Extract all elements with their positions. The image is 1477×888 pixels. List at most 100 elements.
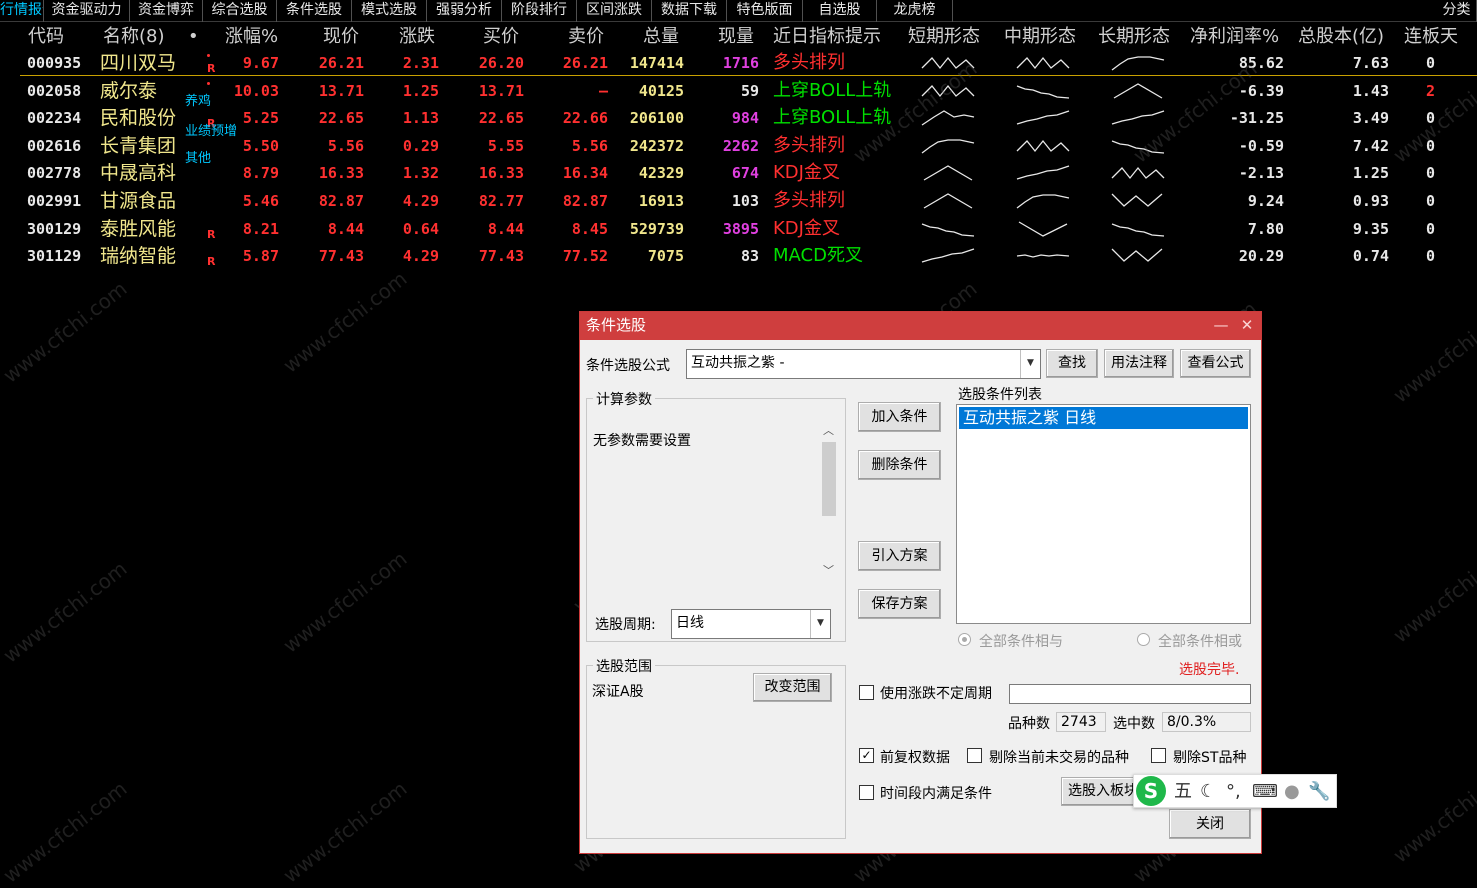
period-select[interactable]: 日线 ▼ [671,609,831,639]
bid: 8.44 [487,220,524,238]
column-header-shares[interactable]: 总股本(亿) [1298,24,1384,50]
moon-icon[interactable]: ☾ [1200,780,1216,804]
volume: 42329 [638,164,684,182]
usage-notes-button[interactable]: 用法注释 [1104,349,1174,378]
close-button[interactable]: 关闭 [1169,809,1251,839]
view-formula-button[interactable]: 查看公式 [1180,349,1251,378]
column-header-short[interactable]: 短期形态 [908,24,980,50]
table-row[interactable]: 002616 长青集团 业绩预增 5.50 5.56 0.29 5.55 5.56 242372… [0,125,1477,159]
table-row[interactable]: 300129 泰胜风能 R 8.21 8.44 0.64 8.44 8.45 529739 389… [0,216,1477,242]
ime-logo-icon[interactable]: S [1136,776,1166,806]
column-header-margin[interactable]: 净利润率% [1190,24,1279,50]
indicator-signal: 多头排列 [773,190,845,211]
keyboard-icon[interactable]: ⌨ [1252,780,1278,804]
range-group: 选股范围 深证A股 改变范围 [586,656,846,839]
menu-item[interactable]: 综合选股 [203,0,277,22]
column-header-change[interactable]: 涨跌 [399,24,435,50]
condition-list-item[interactable]: 互动共振之紫 日线 [959,407,1248,429]
table-row[interactable]: 301129 瑞纳智能 R 5.87 77.43 4.29 77.43 77.52 7075 83… [0,243,1477,269]
user-icon[interactable]: ● [1284,780,1300,804]
limit-days: 0 [1426,220,1436,238]
condition-list-title: 选股条件列表 [958,387,1042,403]
params-text: 无参数需要设置 [593,433,691,449]
menu-item[interactable]: 阶段排行 [502,0,577,22]
remove-untraded-checkbox[interactable] [967,748,982,763]
range-period-input[interactable] [1009,684,1251,704]
scroll-thumb[interactable] [822,442,836,516]
punctuation-icon[interactable]: °, [1226,780,1241,804]
change: 4.29 [402,247,439,265]
indicator-signal: 多头排列 [773,135,845,156]
price: 16.33 [318,164,364,182]
all-and-radio[interactable] [958,633,971,646]
table-row[interactable]: 002058 威尔泰 10.03 13.71 1.25 13.71 — 40125 59 上穿BO… [0,78,1477,104]
all-or-radio[interactable] [1137,633,1150,646]
menu-item[interactable]: 条件选股 [277,0,352,22]
menu-item[interactable]: 资金博弈 [130,0,203,22]
last-volume: 1716 [722,54,759,72]
stock-code: 002616 [27,137,82,155]
column-header-limit-days[interactable]: 连板天 [1404,24,1458,50]
column-header-code[interactable]: 代码 [28,24,64,50]
wrench-icon[interactable]: 🔧 [1308,780,1330,804]
menu-item[interactable]: 行情报价 [0,0,44,22]
column-header-change-pct[interactable]: 涨幅% [225,24,278,50]
short-term-pattern [920,190,976,212]
menu-item[interactable]: 模式选股 [352,0,427,22]
condition-list[interactable]: 互动共振之紫 日线 [956,404,1251,624]
ime-mode[interactable]: 五 [1174,780,1192,804]
range-value: 深证A股 [592,684,644,700]
limit-days: 0 [1426,247,1436,265]
stock-name: 中晟高科 [100,162,177,184]
column-header-last-vol[interactable]: 现量 [718,24,754,50]
menu-item[interactable]: 分类 [1437,0,1477,22]
menu-item[interactable]: 数据下载 [652,0,727,22]
delete-condition-button[interactable]: 删除条件 [858,450,941,480]
change-range-button[interactable]: 改变范围 [753,673,832,702]
status-text: 选股完毕. [1179,662,1240,678]
mid-term-pattern [1015,190,1071,212]
formula-select[interactable]: 互动共振之紫 - ▼ [686,349,1041,379]
net-margin: 9.24 [1247,192,1284,210]
menu-item[interactable]: 特色版面 [727,0,803,22]
params-scrollbar[interactable]: ︿ ﹀ [820,422,838,580]
scroll-up-icon[interactable]: ︿ [823,422,834,438]
menu-item[interactable]: 强弱分析 [427,0,502,22]
remove-st-checkbox[interactable] [1151,748,1166,763]
close-icon[interactable]: ✕ [1238,315,1256,335]
ask: 16.34 [562,164,608,182]
save-plan-button[interactable]: 保存方案 [858,589,941,619]
minimize-icon[interactable]: — [1212,315,1230,335]
use-range-checkbox[interactable] [859,685,874,700]
table-row[interactable]: 002991 甘源食品 5.46 82.87 4.29 82.77 82.87 16913 10… [0,188,1477,214]
column-header-volume[interactable]: 总量 [643,24,679,50]
column-header-dot[interactable]: • [188,24,199,50]
period-cond-checkbox[interactable] [859,785,874,800]
find-button[interactable]: 查找 [1046,349,1098,378]
chevron-down-icon[interactable]: ▼ [810,610,830,638]
table-row[interactable]: 002778 中晟高科 其他 8.79 16.33 1.32 16.33 16.34 42329… [0,152,1477,186]
column-header-ask[interactable]: 卖价 [568,24,604,50]
menu-item[interactable]: 区间涨跌 [577,0,652,22]
column-header-bid[interactable]: 买价 [483,24,519,50]
fq-checkbox[interactable]: ✓ [859,748,874,763]
column-header-mid[interactable]: 中期形态 [1004,24,1076,50]
formula-label: 条件选股公式 [586,358,670,374]
last-volume: 103 [731,192,759,210]
mid-term-pattern [1015,245,1071,267]
column-header-long[interactable]: 长期形态 [1098,24,1170,50]
chevron-down-icon[interactable]: ▼ [1020,350,1040,378]
last-volume: 2262 [722,137,759,155]
menu-item[interactable]: 自选股 [803,0,877,22]
import-plan-button[interactable]: 引入方案 [858,541,941,571]
selected-value: 8/0.3% [1162,712,1251,732]
scroll-down-icon[interactable]: ﹀ [823,562,834,578]
stock-name: 四川双马 [100,52,177,74]
stock-code: 002991 [27,192,82,210]
add-condition-button[interactable]: 加入条件 [858,402,941,432]
menu-item[interactable]: 龙虎榜 [877,0,953,22]
column-header-name[interactable]: 名称(8) [103,24,165,50]
menu-item[interactable]: 资金驱动力 [44,0,130,22]
column-header-signal[interactable]: 近日指标提示 [773,24,881,50]
column-header-price[interactable]: 现价 [323,24,359,50]
